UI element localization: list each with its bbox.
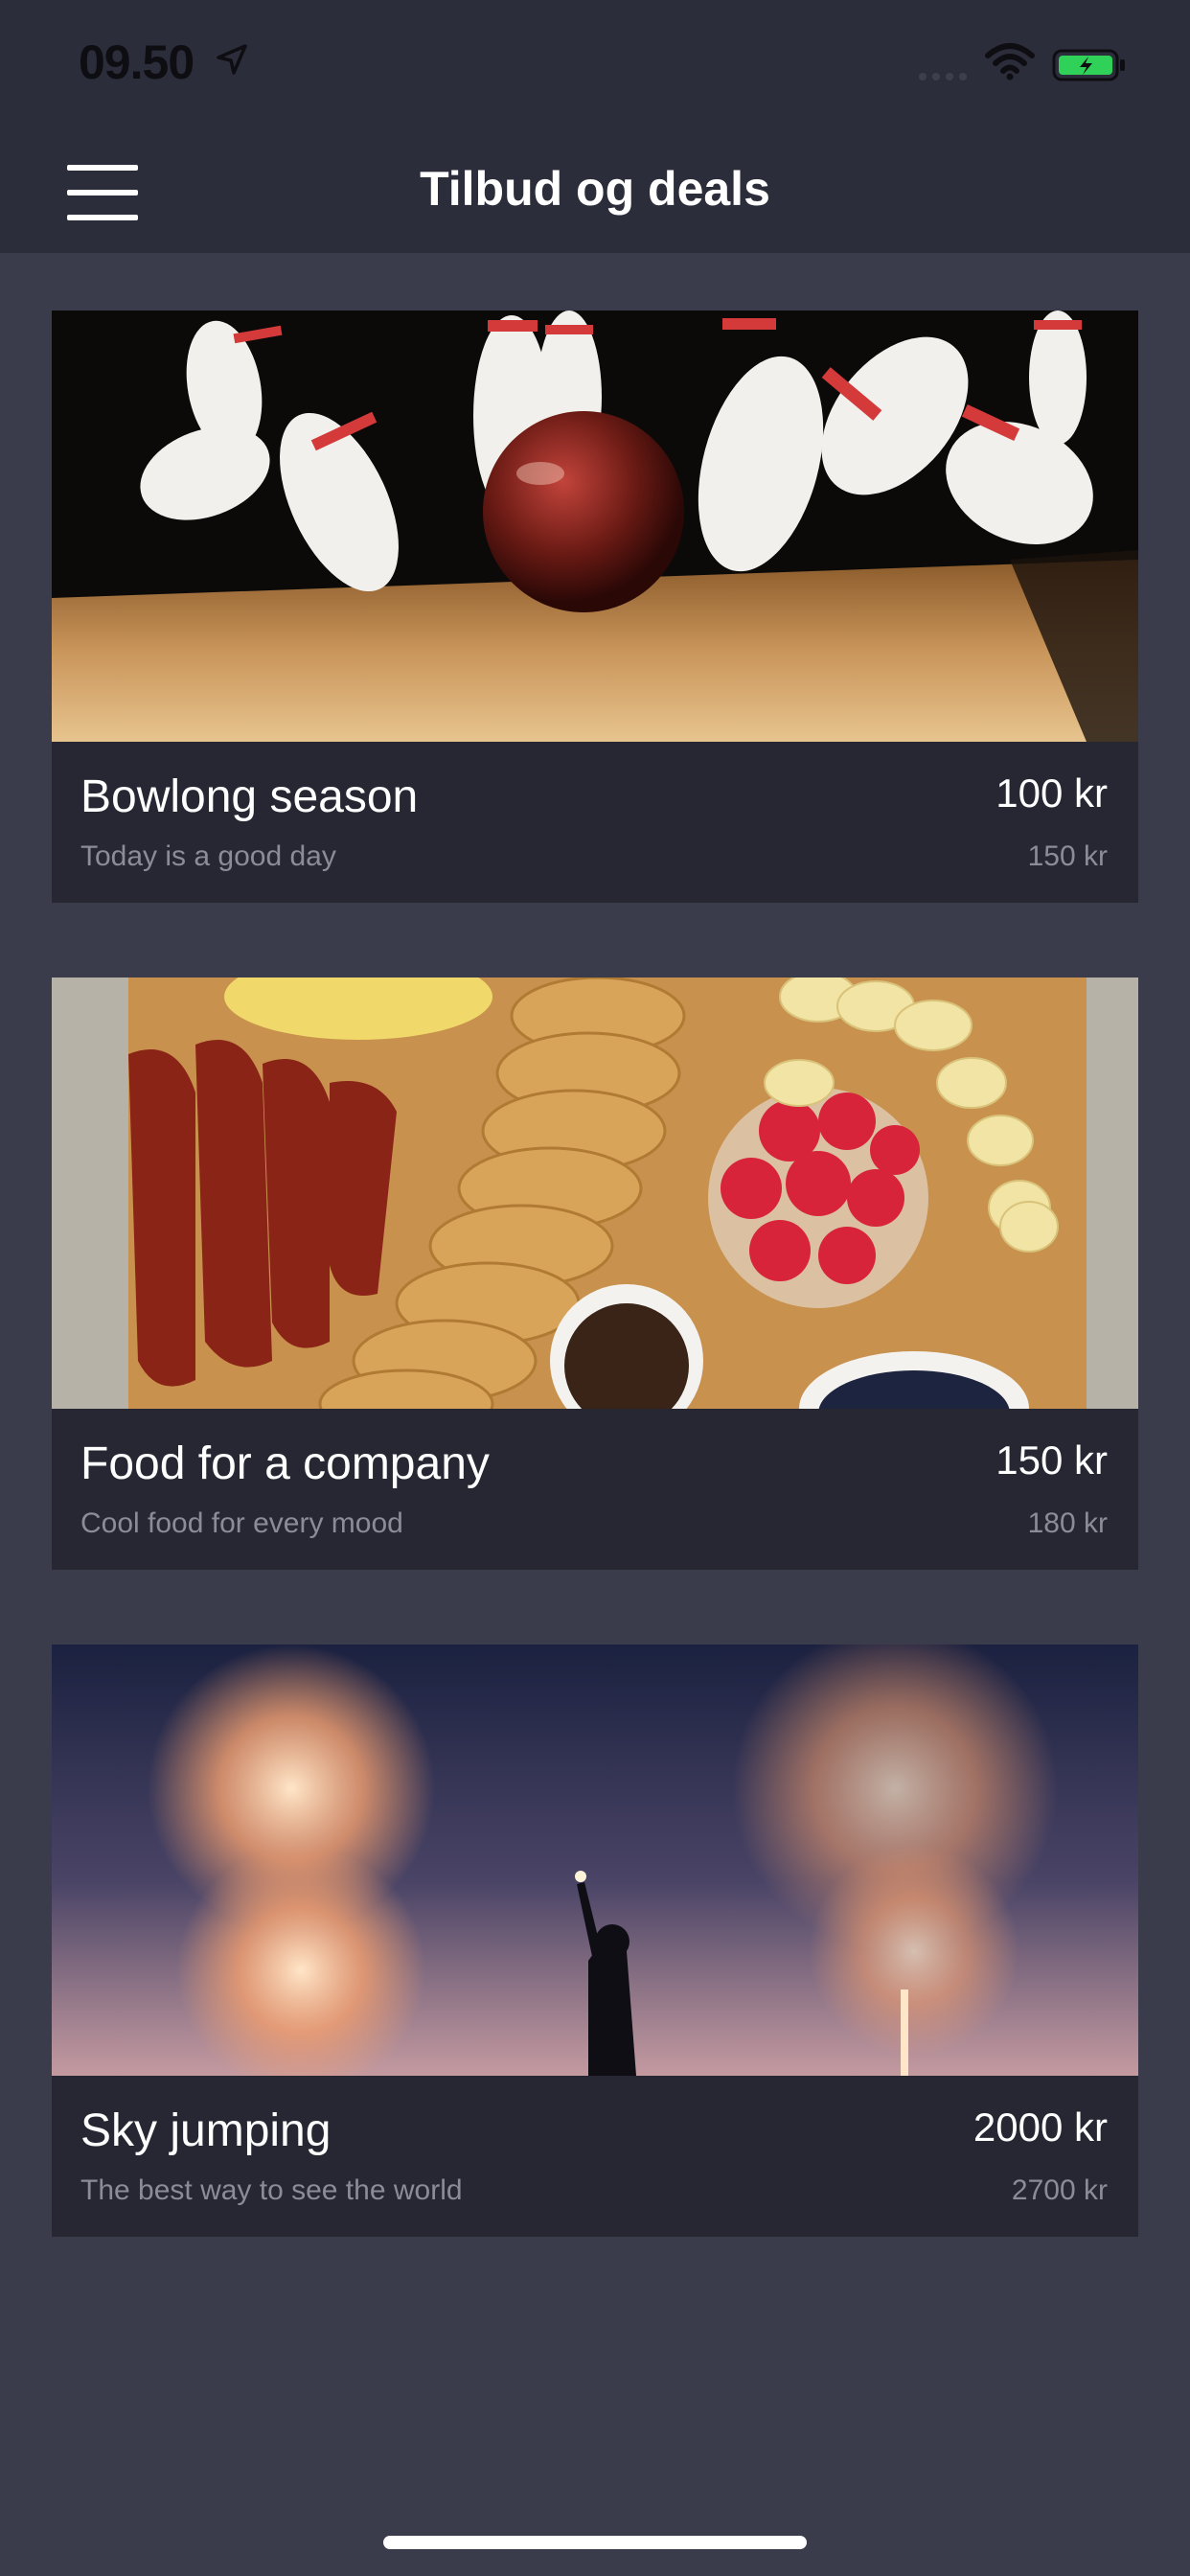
- deal-price: 150 kr: [995, 1438, 1108, 1483]
- page-title: Tilbud og deals: [420, 162, 770, 216]
- deal-old-price: 2700 kr: [1011, 2174, 1108, 2206]
- signal-icon: [919, 73, 967, 80]
- nav-bar: Tilbud og deals: [0, 132, 1190, 253]
- deal-subtitle: The best way to see the world: [80, 2174, 463, 2206]
- deal-card[interactable]: Food for a company 150 kr Cool food for …: [52, 978, 1138, 1570]
- deal-price: 100 kr: [995, 770, 1108, 816]
- wifi-icon: [985, 43, 1035, 80]
- deal-subtitle: Cool food for every mood: [80, 1507, 403, 1539]
- deal-price: 2000 kr: [973, 2104, 1108, 2150]
- deal-old-price: 180 kr: [1027, 1507, 1108, 1539]
- breakfast-board-image: [52, 978, 1138, 1409]
- fireworks-image: [52, 1644, 1138, 2076]
- deal-title: Food for a company: [80, 1438, 490, 1489]
- bowling-pins-image: [52, 310, 1138, 742]
- deal-title: Bowlong season: [80, 771, 419, 822]
- home-indicator[interactable]: [383, 2536, 807, 2549]
- deal-old-price: 150 kr: [1027, 840, 1108, 872]
- battery-charging-icon: [1052, 49, 1125, 81]
- location-arrow-icon: [217, 44, 247, 75]
- deal-title: Sky jumping: [80, 2105, 332, 2156]
- deal-card[interactable]: Sky jumping 2000 kr The best way to see …: [52, 1644, 1138, 2237]
- status-bar: 09.50: [0, 0, 1190, 132]
- status-time: 09.50: [79, 35, 195, 89]
- deal-subtitle: Today is a good day: [80, 840, 336, 872]
- deal-card[interactable]: Bowlong season 100 kr Today is a good da…: [52, 310, 1138, 903]
